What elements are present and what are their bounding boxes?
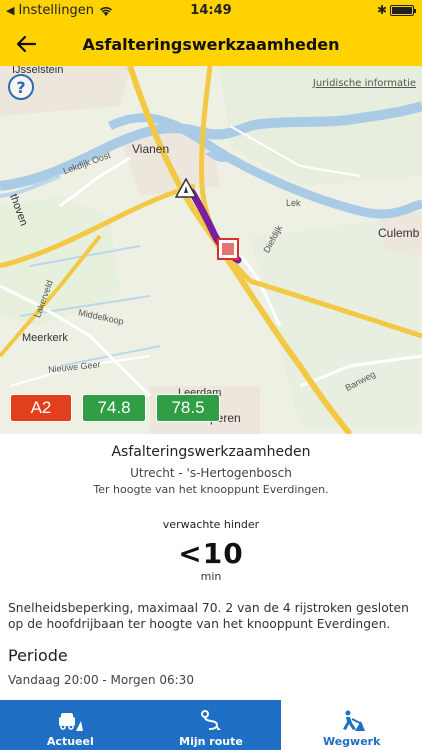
hinder-unit: min (200, 570, 222, 583)
periode-heading: Periode (8, 646, 68, 665)
roadwork-title: Asfalteringswerkzaamheden (111, 444, 311, 460)
legal-link[interactable]: Juridische informatie (313, 78, 416, 89)
closure-marker-icon[interactable] (217, 238, 239, 260)
arrow-left-icon (16, 35, 36, 53)
battery-icon (390, 4, 416, 16)
tab-bar: Actueel Mijn route Wegwerk (0, 700, 422, 750)
help-button[interactable]: ? (8, 74, 34, 100)
status-time: 14:49 (190, 3, 232, 18)
tab-actueel[interactable]: Actueel (0, 700, 141, 750)
roadwork-details: Asfalteringswerkzaamheden Utrecht - 's-H… (0, 434, 422, 687)
roadwork-route: Utrecht - 's-Hertogenbosch (130, 466, 292, 480)
roadwork-icon (342, 710, 365, 731)
traffic-icon (59, 713, 84, 731)
status-right: ✱ (376, 3, 416, 17)
bluetooth-icon: ✱ (376, 3, 387, 17)
road-label-lek: Lek (286, 198, 301, 208)
back-button[interactable] (12, 30, 40, 58)
place-ijsselstein: IJsselstein (12, 66, 64, 76)
place-vianen: Vianen (132, 142, 170, 156)
place-meerkerk: Meerkerk (22, 332, 68, 344)
status-bar: ◀ Instellingen 14:49 ✱ (0, 0, 422, 22)
km-start-badge: 74.8 (82, 394, 146, 422)
page-title: Asfalteringswerkzaamheden (82, 34, 340, 54)
tab-mijn-route-label: Mijn route (179, 735, 243, 748)
roadwork-warning-icon[interactable] (175, 178, 197, 198)
road-number-badge: A2 (10, 394, 72, 422)
tab-wegwerk[interactable]: Wegwerk (281, 700, 422, 750)
roadwork-location: Ter hoogte van het knooppunt Everdingen. (93, 483, 329, 496)
place-culemborg: Culemb (378, 226, 420, 240)
km-end-badge: 78.5 (156, 394, 220, 422)
hinder-value: <10 (178, 537, 244, 570)
map-view[interactable]: ? Juridische informatie IJsselstein Vian… (0, 66, 422, 434)
tab-wegwerk-label: Wegwerk (322, 735, 381, 748)
periode-value: Vandaag 20:00 - Morgen 06:30 (8, 673, 194, 687)
nav-header: Asfalteringswerkzaamheden (0, 22, 422, 66)
route-icon (201, 710, 221, 730)
tab-actueel-label: Actueel (46, 735, 94, 748)
road-badges: A2 74.8 78.5 (10, 394, 220, 422)
roadwork-description: Snelheidsbeperking, maximaal 70. 2 van d… (8, 601, 409, 631)
hinder-label: verwachte hinder (162, 518, 260, 531)
tab-mijn-route[interactable]: Mijn route (141, 700, 282, 750)
